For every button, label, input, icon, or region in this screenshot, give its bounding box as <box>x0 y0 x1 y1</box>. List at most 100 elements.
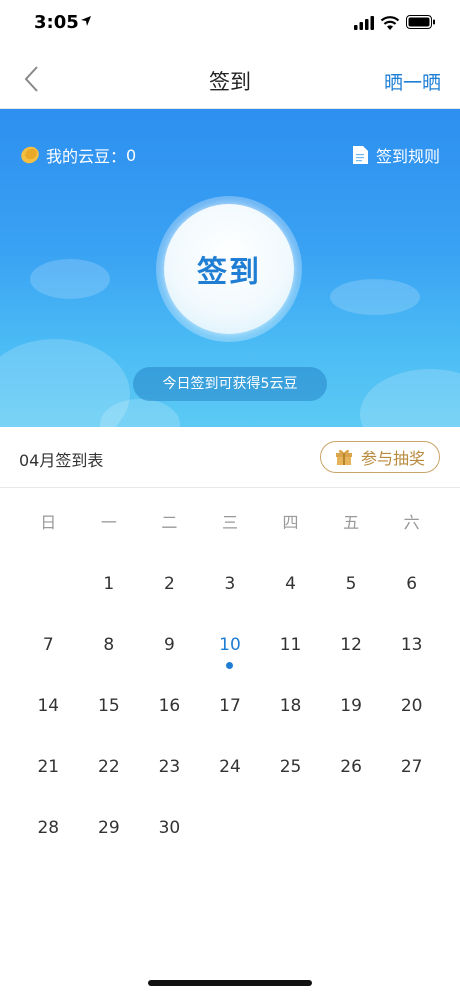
home-indicator <box>148 980 312 986</box>
calendar-week-row: 28 29 30 <box>18 813 442 874</box>
beans-count: 0 <box>126 145 137 165</box>
calendar-week-row: 21 22 23 24 25 26 27 <box>18 752 442 813</box>
calendar-day-number: 19 <box>340 696 362 716</box>
calendar-day[interactable]: 9 <box>139 630 200 691</box>
calendar-day[interactable]: 4 <box>260 569 321 630</box>
calendar-week-row: 1 2 3 4 5 6 <box>18 569 442 630</box>
status-time: 3:05 <box>34 12 79 33</box>
cloud-beans-balance: 我的云豆： 0 <box>20 143 136 167</box>
weekday-label: 四 <box>282 513 299 532</box>
calendar-day-number: 15 <box>98 696 120 716</box>
calendar-day-number: 1 <box>103 574 115 594</box>
location-arrow-icon <box>81 16 91 26</box>
calendar-week-row: 7 8 9 10 11 12 13 <box>18 630 442 691</box>
calendar-day[interactable]: 11 <box>260 630 321 691</box>
reward-hint: 今日签到可获得5云豆 <box>133 367 327 401</box>
calendar-day-number: 28 <box>37 818 60 838</box>
calendar-day[interactable]: 28 <box>18 813 79 874</box>
lottery-label: 参与抽奖 <box>360 449 425 468</box>
checkin-button[interactable]: 签到 <box>164 204 294 334</box>
beans-label: 我的云豆： <box>46 147 127 166</box>
calendar-day[interactable]: 1 <box>79 569 140 630</box>
calendar-day-number: 2 <box>163 574 175 594</box>
calendar-day[interactable]: 26 <box>321 752 382 813</box>
weekday-label: 二 <box>161 513 178 532</box>
share-button[interactable]: 晒一晒 <box>384 68 441 95</box>
calendar-day[interactable]: 13 <box>381 630 442 691</box>
calendar-empty-cell <box>18 569 79 630</box>
calendar-day[interactable]: 27 <box>381 752 442 813</box>
calendar-day-number: 24 <box>219 757 241 777</box>
calendar-day-number: 3 <box>224 574 236 594</box>
calendar-day-number: 20 <box>400 696 423 716</box>
calendar-day-number: 18 <box>279 696 302 716</box>
navigation-bar: 签到 晒一晒 <box>0 48 460 109</box>
gift-icon <box>335 449 352 465</box>
calendar-day[interactable]: 15 <box>79 691 140 752</box>
calendar-day[interactable]: 17 <box>200 691 261 752</box>
calendar-day[interactable]: 14 <box>18 691 79 752</box>
calendar-day[interactable]: 12 <box>321 630 382 691</box>
cloud-decoration <box>360 369 460 427</box>
calendar-day[interactable]: 22 <box>79 752 140 813</box>
today-dot-indicator <box>226 662 234 669</box>
calendar-day-number: 7 <box>42 635 54 655</box>
calendar-day-number: 26 <box>340 757 362 777</box>
calendar-day[interactable]: 3 <box>200 569 261 630</box>
calendar-day-number: 13 <box>400 635 423 655</box>
calendar-day[interactable]: 8 <box>79 630 140 691</box>
calendar-empty-cell <box>381 813 442 874</box>
checkin-button-label: 签到 <box>197 255 261 290</box>
calendar-day[interactable]: 6 <box>381 569 442 630</box>
calendar-day-number: 8 <box>103 635 115 655</box>
weekday-label: 六 <box>403 513 420 532</box>
calendar-day-number: 10 <box>219 635 241 655</box>
calendar-day[interactable]: 19 <box>321 691 382 752</box>
calendar-day-number: 17 <box>219 696 241 716</box>
calendar-day-today[interactable]: 10 <box>200 630 261 691</box>
calendar-week-row: 14 15 16 17 18 19 20 <box>18 691 442 752</box>
lottery-button[interactable]: 参与抽奖 <box>320 441 440 473</box>
wifi-icon <box>380 16 400 30</box>
calendar-day-number: 5 <box>345 574 357 594</box>
weekday-label: 五 <box>343 513 360 532</box>
calendar-day[interactable]: 25 <box>260 752 321 813</box>
coin-icon <box>21 146 39 164</box>
calendar-day-number: 30 <box>158 818 181 838</box>
calendar-empty-cell <box>200 813 261 874</box>
calendar-day-number: 21 <box>37 757 60 777</box>
calendar-day[interactable]: 7 <box>18 630 79 691</box>
month-label: 04月签到表 <box>19 451 104 470</box>
calendar-day[interactable]: 5 <box>321 569 382 630</box>
checkin-calendar: 日 一 二 三 四 五 六 1 2 3 4 5 6 7 8 9 10 11 12 13 14 15 16 17 1… <box>18 508 442 874</box>
calendar-day[interactable]: 24 <box>200 752 261 813</box>
calendar-day[interactable]: 20 <box>381 691 442 752</box>
calendar-day-number: 9 <box>163 635 175 655</box>
calendar-weeks: 1 2 3 4 5 6 7 8 9 10 11 12 13 14 15 16 17 18 19 20 21 22 23 24 2… <box>18 569 442 874</box>
calendar-day-number: 4 <box>285 574 296 594</box>
weekday-label: 日 <box>40 513 57 532</box>
calendar-day-number: 27 <box>400 757 423 777</box>
checkin-rules-link[interactable]: 签到规则 <box>352 143 440 167</box>
calendar-day[interactable]: 21 <box>18 752 79 813</box>
weekday-label: 一 <box>100 513 117 532</box>
cellular-signal-icon <box>354 16 374 30</box>
calendar-day-number: 16 <box>158 696 181 716</box>
weekday-header: 日 一 二 三 四 五 六 <box>18 508 442 569</box>
month-header: 04月签到表 参与抽奖 <box>0 427 460 488</box>
calendar-day[interactable]: 18 <box>260 691 321 752</box>
calendar-day[interactable]: 2 <box>139 569 200 630</box>
calendar-day[interactable]: 30 <box>139 813 200 874</box>
battery-icon <box>406 15 435 29</box>
calendar-day-number: 29 <box>98 818 120 838</box>
calendar-day[interactable]: 23 <box>139 752 200 813</box>
document-icon <box>352 146 368 164</box>
calendar-day-number: 12 <box>340 635 362 655</box>
status-bar: 3:05 <box>0 0 460 48</box>
calendar-day[interactable]: 29 <box>79 813 140 874</box>
calendar-day-number: 23 <box>158 757 181 777</box>
calendar-empty-cell <box>260 813 321 874</box>
calendar-day[interactable]: 16 <box>139 691 200 752</box>
calendar-day-number: 22 <box>98 757 120 777</box>
cloud-decoration <box>30 259 110 299</box>
